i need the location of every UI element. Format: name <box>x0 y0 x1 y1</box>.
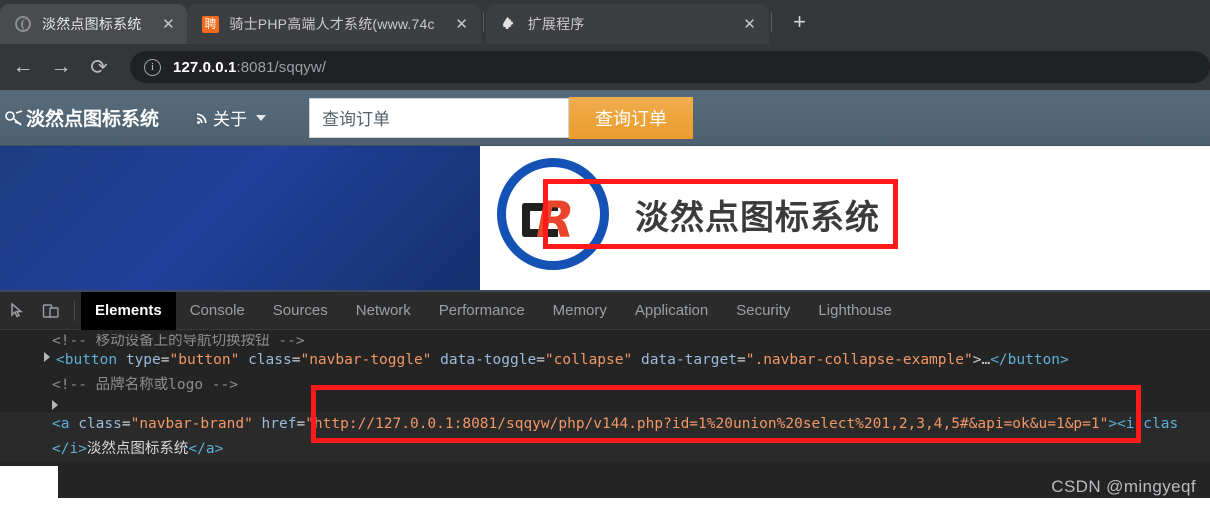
dom-tag-open: <button <box>56 352 118 368</box>
browser-tab-1[interactable]: 淡然点图标系统 ✕ <box>0 4 188 44</box>
dom-anchor-attr-class: class <box>78 416 122 432</box>
dom-attr-type-value: "button" <box>169 352 240 368</box>
order-search-button[interactable]: 查询订单 <box>569 96 694 139</box>
order-search-placeholder: 查询订单 <box>322 110 391 129</box>
dom-anchor-tag-mid: > <box>1108 416 1118 432</box>
tab-close-icon[interactable]: ✕ <box>155 11 181 37</box>
nav-item-about-label: 关于 <box>213 110 248 129</box>
forward-icon[interactable]: → <box>42 48 80 86</box>
dom-comment-text: <!-- 移动设备上的导航切换按钮 --> <box>52 334 305 348</box>
chevron-down-icon <box>256 114 267 121</box>
puzzle-piece-icon <box>500 15 518 33</box>
site-brand[interactable]: 淡然点图标系统 <box>4 104 159 131</box>
dom-attr-type: type <box>125 352 161 368</box>
watermark: CSDN @mingyeqf <box>1051 477 1196 496</box>
device-toolbar-icon[interactable] <box>34 292 68 330</box>
devtools-bottom-edge <box>0 498 1210 505</box>
dom-attr-datatarget-value: ".navbar-collapse-example" <box>745 352 973 368</box>
browser-toolbar: ← → ⟳ i 127.0.0.1:8081/sqqyw/ <box>0 44 1210 90</box>
dom-line-brand-comment: <!-- 品牌名称或logo --> <box>0 373 1210 398</box>
dom-tag-mid: >… <box>972 352 991 368</box>
favicon-char: 聘 <box>201 15 219 33</box>
dom-attr-class-value: "navbar-toggle" <box>300 352 432 368</box>
url-path: :8081/sqqyw/ <box>236 58 327 76</box>
dom-comment-brand: <!-- 品牌名称或logo --> <box>52 377 238 393</box>
devtools-tab-performance[interactable]: Performance <box>425 292 539 330</box>
url-text: 127.0.0.1:8081/sqqyw/ <box>173 59 326 76</box>
nav-item-about[interactable]: 关于 <box>195 105 267 130</box>
site-brand-label: 淡然点图标系统 <box>26 109 160 130</box>
devtools-left-gutter <box>0 466 58 498</box>
elements-dom-tree[interactable]: <!-- 移动设备上的导航切换按钮 --> <button type="butt… <box>0 330 1210 505</box>
browser-window: 淡然点图标系统 ✕ 聘 骑士PHP高端人才系统(www.74c ✕ 扩展程序 ✕… <box>0 0 1210 505</box>
dom-anchor-href-value: "http://127.0.0.1:8081/sqqyw/php/v144.ph… <box>305 416 1109 432</box>
browser-tab-3[interactable]: 扩展程序 ✕ <box>485 4 769 44</box>
tab-close-icon[interactable]: ✕ <box>449 11 475 37</box>
dom-tag-close: </button> <box>990 352 1069 368</box>
tab-strip: 淡然点图标系统 ✕ 聘 骑士PHP高端人才系统(www.74c ✕ 扩展程序 ✕… <box>0 0 1210 44</box>
toolbar-divider <box>74 300 75 321</box>
page-hero: R 淡然点图标系统 <box>0 146 1210 290</box>
devtools-tab-lighthouse[interactable]: Lighthouse <box>804 292 905 330</box>
dom-attr-datatoggle-value: "collapse" <box>544 352 633 368</box>
dom-attr-datatarget: data-target <box>640 352 737 368</box>
address-bar[interactable]: i 127.0.0.1:8081/sqqyw/ <box>130 51 1210 83</box>
dom-line-anchor-close[interactable]: </i>淡然点图标系统</a> <box>0 437 1210 462</box>
dom-anchor-trailing: <i clas <box>1117 416 1179 432</box>
brand-logo-icon <box>4 109 24 127</box>
order-search-input[interactable]: 查询订单 <box>309 97 570 138</box>
dom-line-comment-clipped: <!-- 移动设备上的导航切换按钮 --> <box>0 334 1210 348</box>
dom-line-spacer <box>0 398 1210 412</box>
dom-line-anchor[interactable]: <a class="navbar-brand" href="http://127… <box>0 412 1210 437</box>
tab-close-icon[interactable]: ✕ <box>737 11 763 37</box>
devtools-tab-elements[interactable]: Elements <box>81 291 176 330</box>
devtools-tab-console[interactable]: Console <box>176 292 259 330</box>
devtools-panel: Elements Console Sources Network Perform… <box>0 290 1210 505</box>
expand-arrow-icon[interactable] <box>52 400 58 410</box>
hero-logo-block: R 淡然点图标系统 <box>497 158 880 270</box>
devtools-tabbar: Elements Console Sources Network Perform… <box>0 291 1210 330</box>
globe-icon <box>14 15 32 33</box>
dom-anchor-text: 淡然点图标系统 <box>86 441 189 457</box>
devtools-tab-memory[interactable]: Memory <box>539 292 621 330</box>
tab-title: 骑士PHP高端人才系统(www.74c <box>229 16 435 32</box>
site-info-icon[interactable]: i <box>144 58 161 76</box>
url-host: 127.0.0.1 <box>173 58 237 76</box>
tab-divider <box>770 12 772 32</box>
expand-arrow-icon[interactable] <box>44 352 50 362</box>
devtools-tab-application[interactable]: Application <box>621 292 722 330</box>
site-navbar: 淡然点图标系统 关于 查询订单 查询订单 <box>0 90 1210 146</box>
hero-blue-panel <box>0 146 480 290</box>
rss-icon <box>195 110 210 125</box>
dom-close-a: </a> <box>188 441 224 457</box>
devtools-tab-network[interactable]: Network <box>342 292 425 330</box>
dom-attr-datatoggle: data-toggle <box>440 352 537 368</box>
dom-anchor-class-value: "navbar-brand" <box>130 416 253 432</box>
dom-anchor-tag: <a <box>52 416 70 432</box>
logo-letter-r: R <box>536 191 575 249</box>
inspect-element-icon[interactable] <box>0 292 34 330</box>
new-tab-button[interactable]: + <box>782 5 818 39</box>
reload-icon[interactable]: ⟳ <box>80 48 118 86</box>
tab-title: 淡然点图标系统 <box>42 16 142 32</box>
dom-close-i: </i> <box>52 441 87 457</box>
devtools-tab-sources[interactable]: Sources <box>259 292 342 330</box>
tab-title: 扩展程序 <box>527 16 585 32</box>
dom-anchor-attr-href: href <box>261 416 297 432</box>
page-viewport: 淡然点图标系统 关于 查询订单 查询订单 R 淡然点图标系统 <box>0 90 1210 290</box>
browser-tab-2[interactable]: 聘 骑士PHP高端人才系统(www.74c ✕ <box>187 4 481 44</box>
recruit-orange-icon: 聘 <box>201 15 219 33</box>
dom-line-button[interactable]: <button type="button" class="navbar-togg… <box>0 348 1210 373</box>
hero-logo-title: 淡然点图标系统 <box>635 198 880 237</box>
devtools-tab-security[interactable]: Security <box>722 292 804 330</box>
back-icon[interactable]: ← <box>4 48 42 86</box>
dom-attr-class: class <box>248 352 292 368</box>
tab-divider <box>482 12 484 32</box>
dr-logo-icon: R <box>497 158 609 270</box>
